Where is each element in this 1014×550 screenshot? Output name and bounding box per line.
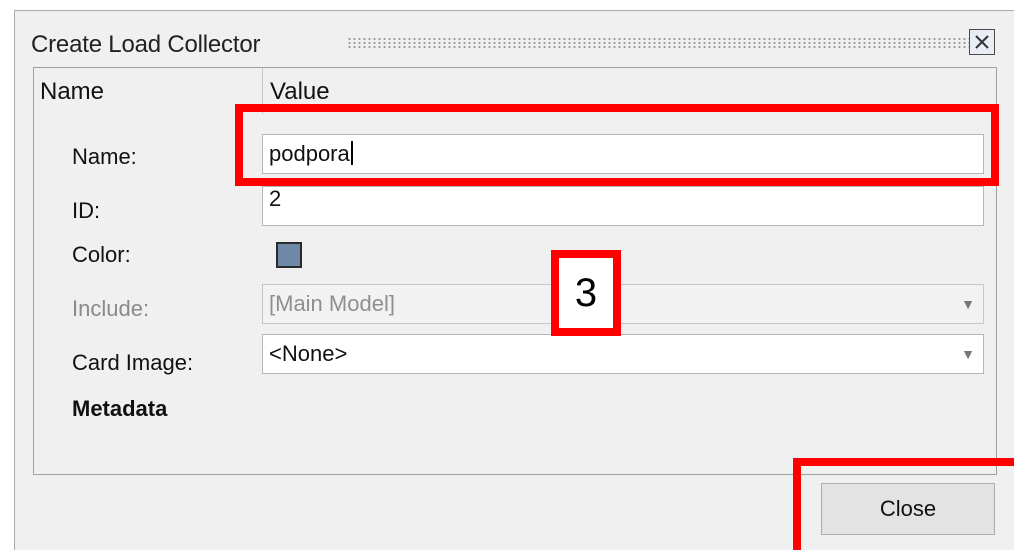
card-image-value: <None>: [269, 341, 348, 366]
color-swatch[interactable]: [276, 242, 302, 268]
chevron-down-icon[interactable]: ▼: [961, 335, 975, 373]
id-label: ID:: [72, 198, 101, 223]
include-value: [Main Model]: [269, 291, 395, 316]
name-field-highlight: [235, 104, 999, 186]
id-input[interactable]: 2: [262, 186, 984, 226]
card-image-label: Card Image:: [72, 350, 194, 375]
titlebar-grip[interactable]: [347, 37, 969, 49]
step-number-badge: 3: [551, 250, 621, 336]
close-icon[interactable]: [969, 29, 995, 55]
name-label: Name:: [72, 144, 137, 169]
column-header-name[interactable]: Name: [40, 78, 104, 106]
chevron-down-icon: ▼: [961, 296, 975, 312]
column-header-value[interactable]: Value: [270, 78, 330, 106]
color-label: Color:: [72, 242, 131, 267]
include-select: [Main Model] ▼: [262, 284, 984, 324]
close-button-highlight: [793, 458, 1014, 550]
dialog-titlebar[interactable]: Create Load Collector: [15, 11, 1014, 61]
include-label: Include:: [72, 296, 150, 321]
card-image-select[interactable]: <None> ▼: [262, 334, 984, 374]
metadata-label: Metadata: [72, 396, 168, 421]
dialog-title: Create Load Collector: [31, 31, 261, 58]
